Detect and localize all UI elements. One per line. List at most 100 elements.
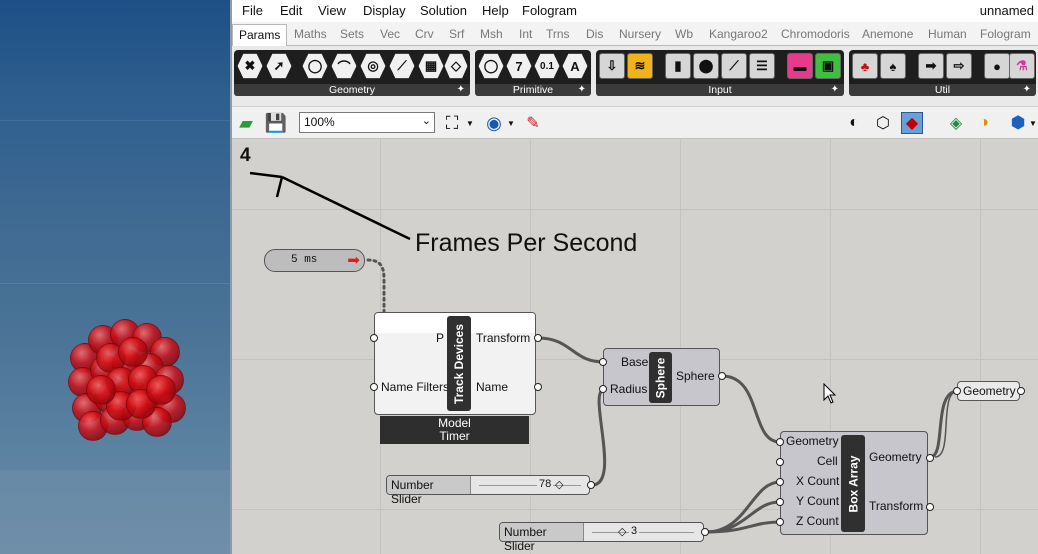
text-param-icon[interactable]: A <box>562 53 588 79</box>
output-port[interactable] <box>587 481 595 489</box>
input-port[interactable] <box>776 498 784 506</box>
tab-dis[interactable]: Dis <box>586 27 603 41</box>
menu-fologram[interactable]: Fologram <box>522 3 577 18</box>
document-preview-icon[interactable]: ◑ <box>973 112 995 134</box>
gradient-icon[interactable]: ▬ <box>787 53 813 79</box>
tree-icon[interactable]: ♠ <box>880 53 906 79</box>
input-port[interactable] <box>599 385 607 393</box>
expand-icon[interactable]: ✦ <box>1023 84 1031 96</box>
output-port[interactable] <box>701 528 709 536</box>
number-slider-count[interactable]: Number Slider ◇ 3 <box>499 522 709 553</box>
tab-kangaroo2[interactable]: Kangaroo2 <box>709 27 768 41</box>
angle-param-icon[interactable]: ◯ <box>478 53 504 79</box>
mesh-settings-icon[interactable]: ⬢ <box>1007 112 1029 134</box>
import-icon[interactable]: ⇩ <box>599 53 625 79</box>
input-port[interactable] <box>776 518 784 526</box>
data-input-icon[interactable]: ⇨ <box>946 53 972 79</box>
geometry-param[interactable]: Geometry <box>953 381 1025 401</box>
zoom-extents-icon[interactable]: ⛶ <box>441 112 463 134</box>
output-port[interactable] <box>534 334 542 342</box>
tab-wb[interactable]: Wb <box>675 27 693 41</box>
output-port[interactable] <box>1017 387 1025 395</box>
tab-nursery[interactable]: Nursery <box>619 27 661 41</box>
slider-grip-icon[interactable]: ◇ <box>618 525 626 538</box>
preview-off-icon[interactable]: ◐ <box>843 112 865 134</box>
selected-only-icon[interactable]: ◈ <box>945 112 967 134</box>
save-file-icon[interactable]: 💾 <box>265 112 287 134</box>
expand-icon[interactable]: ✦ <box>457 84 465 96</box>
line-param-icon[interactable]: ⟋ <box>389 53 415 79</box>
output-port[interactable] <box>718 372 726 380</box>
box-param-icon[interactable]: ✖ <box>237 53 263 79</box>
tab-maths[interactable]: Maths <box>294 27 327 41</box>
shaded-preview-icon[interactable]: ◆ <box>901 112 923 134</box>
brep-param-icon[interactable]: ➚ <box>266 53 292 79</box>
input-port[interactable] <box>370 383 378 391</box>
value-list-icon[interactable]: ☰ <box>749 53 775 79</box>
tab-srf[interactable]: Srf <box>449 27 464 41</box>
tab-vec[interactable]: Vec <box>380 27 400 41</box>
chevron-down-icon[interactable]: ▼ <box>1028 112 1038 134</box>
menu-edit[interactable]: Edit <box>280 3 302 18</box>
sphere-component[interactable]: Base Radius Sphere Sphere <box>599 348 726 406</box>
slider-track[interactable] <box>479 485 581 486</box>
slider-grip-icon[interactable]: ◇ <box>555 478 563 491</box>
track-devices-component[interactable]: P Name Filters Track Devices Transform N… <box>370 312 542 415</box>
eye-icon[interactable]: ◉ <box>483 112 505 134</box>
output-port[interactable] <box>926 454 934 462</box>
field-param-icon[interactable]: ◎ <box>360 53 386 79</box>
input-port[interactable] <box>776 478 784 486</box>
input-port[interactable] <box>953 387 961 395</box>
menu-help[interactable]: Help <box>482 3 509 18</box>
tab-int[interactable]: Int <box>519 27 532 41</box>
slider-track[interactable] <box>592 532 694 533</box>
button-icon[interactable]: ⬤ <box>693 53 719 79</box>
fitness-icon[interactable]: ● <box>984 53 1010 79</box>
tab-crv[interactable]: Crv <box>415 27 434 41</box>
boolean-toggle-icon[interactable]: ▮ <box>665 53 691 79</box>
tab-params[interactable]: Params <box>232 24 288 47</box>
cherry-icon[interactable]: ♣ <box>852 53 878 79</box>
box-array-component[interactable]: Geometry Cell X Count Y Count Z Count Bo… <box>776 431 934 535</box>
tab-chromodoris[interactable]: Chromodoris <box>781 27 850 41</box>
grasshopper-canvas[interactable]: 4 Frames Per Second 5 ms ➡ P Name Filter… <box>232 139 1038 554</box>
input-port[interactable] <box>776 438 784 446</box>
graph-mapper-icon[interactable]: ≋ <box>627 53 653 79</box>
expand-icon[interactable]: ✦ <box>831 84 839 96</box>
mesh-param-icon[interactable]: ▦ <box>418 53 444 79</box>
timer-component[interactable]: 5 ms ➡ <box>264 249 365 272</box>
expand-icon[interactable]: ✦ <box>578 84 586 96</box>
chevron-down-icon[interactable]: ▼ <box>465 112 475 134</box>
output-port[interactable] <box>534 383 542 391</box>
tab-human[interactable]: Human <box>928 27 967 41</box>
matrix-icon[interactable]: ▣ <box>815 53 841 79</box>
menu-view[interactable]: View <box>318 3 346 18</box>
tab-trns[interactable]: Trns <box>546 27 570 41</box>
data-output-icon[interactable]: ➡ <box>918 53 944 79</box>
menu-solution[interactable]: Solution <box>420 3 467 18</box>
integer-param-icon[interactable]: 7 <box>506 53 532 79</box>
rhino-viewport[interactable] <box>0 0 230 554</box>
input-port[interactable] <box>776 458 784 466</box>
curve-param-icon[interactable]: ⌒ <box>331 53 357 79</box>
tab-anemone[interactable]: Anemone <box>862 27 913 41</box>
surface-param-icon[interactable]: ◇ <box>444 53 468 79</box>
number-param-icon[interactable]: 0.1 <box>534 53 560 79</box>
input-port[interactable] <box>599 358 607 366</box>
circle-param-icon[interactable]: ◯ <box>302 53 328 79</box>
colour-swatch-icon[interactable]: ⟋ <box>721 53 747 79</box>
output-port[interactable] <box>926 503 934 511</box>
chevron-down-icon[interactable]: ▼ <box>506 112 516 134</box>
input-port[interactable] <box>370 334 378 342</box>
sketch-icon[interactable]: ✎ <box>522 112 544 134</box>
number-slider-radius[interactable]: Number Slider 78 ◇ <box>386 475 595 506</box>
menu-file[interactable]: File <box>242 3 263 18</box>
open-file-icon[interactable]: ▰ <box>235 112 257 134</box>
menu-display[interactable]: Display <box>363 3 406 18</box>
tab-sets[interactable]: Sets <box>340 27 364 41</box>
zoom-select[interactable]: 100% ⌄ <box>299 112 435 133</box>
wireframe-preview-icon[interactable]: ⬡ <box>872 112 894 134</box>
flask-icon[interactable]: ⚗ <box>1009 53 1035 79</box>
tab-fologram[interactable]: Fologram <box>980 27 1031 41</box>
tab-msh[interactable]: Msh <box>480 27 503 41</box>
